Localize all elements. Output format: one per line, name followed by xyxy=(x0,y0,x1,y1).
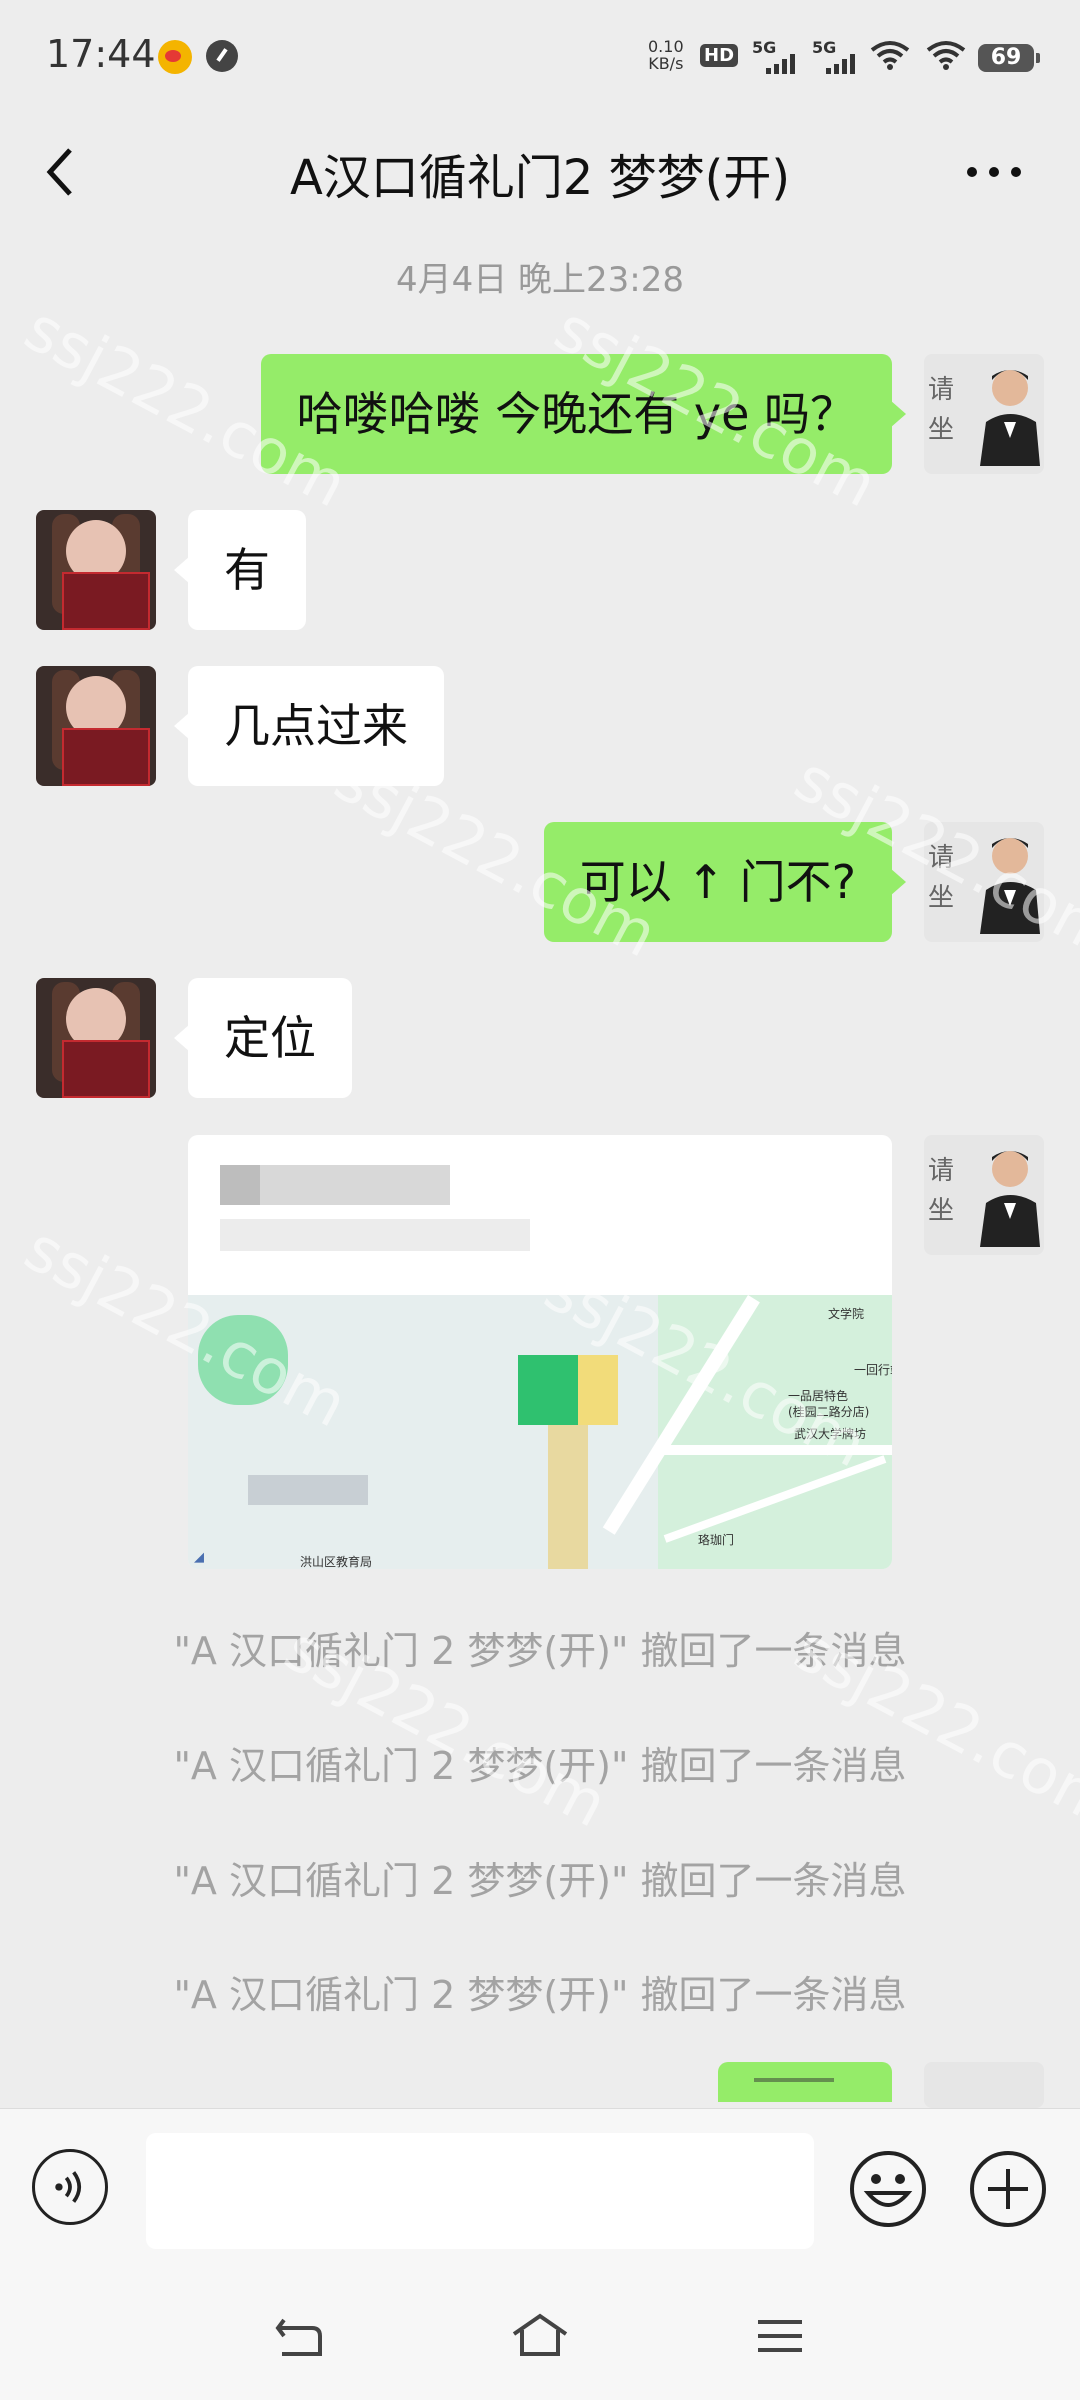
incoming-message-bubble[interactable]: 几点过来 xyxy=(174,666,444,786)
location-name-blurred xyxy=(220,1165,450,1205)
contact-avatar[interactable] xyxy=(36,978,156,1098)
map-label: 珞珈门 xyxy=(698,1533,735,1547)
map-provider-logo: ◢ xyxy=(194,1550,204,1565)
map-blur-label xyxy=(248,1475,368,1505)
location-message-card[interactable]: 文学院 一回行站 一品居特色 (桂园二路分店) 武汉大学牌坊 洪山区教育局 珞珈… xyxy=(188,1135,892,1569)
wifi-2-icon xyxy=(926,41,966,70)
my-avatar[interactable]: 请坐 xyxy=(924,1135,1044,1255)
incoming-message-bubble[interactable]: 有 xyxy=(174,510,306,630)
map-label: 一品居特色 xyxy=(788,1389,849,1403)
location-address-blurred xyxy=(220,1219,530,1251)
plus-icon[interactable] xyxy=(968,2149,1048,2229)
avatar-text-2: 坐 xyxy=(928,415,955,445)
map-label: 洪山区教育局 xyxy=(300,1555,373,1569)
my-avatar-photo xyxy=(980,370,1040,466)
avatar-text-2: 坐 xyxy=(928,883,955,913)
outgoing-message-bubble[interactable]: 可以 ↑ 门不? xyxy=(543,822,907,942)
sim2-signal-icon: 5G xyxy=(812,38,858,74)
menu-icon[interactable] xyxy=(750,2310,810,2362)
my-avatar[interactable]: 请坐 xyxy=(924,354,1044,474)
map-highlight-block xyxy=(518,1355,578,1425)
my-avatar-photo xyxy=(980,1151,1040,1247)
map-label: (桂园二路分店) xyxy=(788,1405,870,1419)
chat-header: A汉口循礼门2 梦梦(开) xyxy=(0,118,1080,236)
recall-notice: "A 汉口循礼门 2 梦梦(开)" 撤回了一条消息 xyxy=(173,1629,907,1673)
more-options-icon[interactable] xyxy=(964,164,1024,180)
contact-avatar[interactable] xyxy=(36,666,156,786)
status-time: 17:44 xyxy=(46,32,156,76)
chat-input-bar xyxy=(0,2108,1080,2269)
map-label: 文学院 xyxy=(828,1307,865,1321)
avatar-text-1: 请 xyxy=(928,1156,955,1186)
voice-icon[interactable] xyxy=(32,2149,108,2225)
map-road xyxy=(658,1445,892,1455)
weibo-notification-icon xyxy=(158,40,192,74)
map-label: 武汉大学牌坊 xyxy=(794,1427,867,1441)
compass-notification-icon xyxy=(206,40,238,72)
avatar-text-1: 请 xyxy=(928,375,955,405)
map-highlight-block xyxy=(578,1355,618,1425)
battery-icon: 69 xyxy=(978,44,1040,72)
wifi-icon xyxy=(870,41,910,70)
home-icon[interactable] xyxy=(510,2310,570,2362)
network-speed-value: 0.10 xyxy=(648,37,684,56)
map-label: 一回行站 xyxy=(854,1363,892,1377)
back-nav-icon[interactable] xyxy=(270,2310,330,2362)
my-avatar[interactable] xyxy=(924,2062,1044,2108)
outgoing-message-bubble-partial[interactable] xyxy=(718,2062,892,2102)
map-park-area xyxy=(198,1315,288,1405)
system-navigation-bar xyxy=(0,2268,1080,2400)
incoming-message-bubble[interactable]: 定位 xyxy=(174,978,352,1098)
recall-notice: "A 汉口循礼门 2 梦梦(开)" 撤回了一条消息 xyxy=(173,1744,907,1788)
chat-title: A汉口循礼门2 梦梦(开) xyxy=(289,150,791,206)
network-speed: 0.10 KB/s xyxy=(648,38,684,72)
location-map-preview[interactable]: 文学院 一回行站 一品居特色 (桂园二路分店) 武汉大学牌坊 洪山区教育局 珞珈… xyxy=(188,1295,892,1569)
outgoing-message-bubble[interactable]: 哈喽哈喽 今晚还有 ye 吗？ xyxy=(260,354,907,474)
sim1-signal-icon: 5G xyxy=(752,38,798,74)
emoji-icon[interactable] xyxy=(848,2149,928,2229)
message-input[interactable] xyxy=(146,2133,814,2249)
message-timestamp: 4月4日 晚上23:28 xyxy=(395,260,685,300)
my-avatar-photo xyxy=(980,838,1040,934)
recall-notice: "A 汉口循礼门 2 梦梦(开)" 撤回了一条消息 xyxy=(173,1859,907,1903)
hd-badge: HD xyxy=(700,44,739,67)
avatar-text-2: 坐 xyxy=(928,1196,955,1226)
avatar-text-1: 请 xyxy=(928,843,955,873)
map-road-blur xyxy=(548,1425,588,1569)
recall-notice: "A 汉口循礼门 2 梦梦(开)" 撤回了一条消息 xyxy=(173,1973,907,2017)
network-speed-unit: KB/s xyxy=(648,54,684,73)
my-avatar[interactable]: 请坐 xyxy=(924,822,1044,942)
contact-avatar[interactable] xyxy=(36,510,156,630)
status-bar: 17:44 0.10 KB/s HD 5G 5G 69 xyxy=(0,0,1080,118)
